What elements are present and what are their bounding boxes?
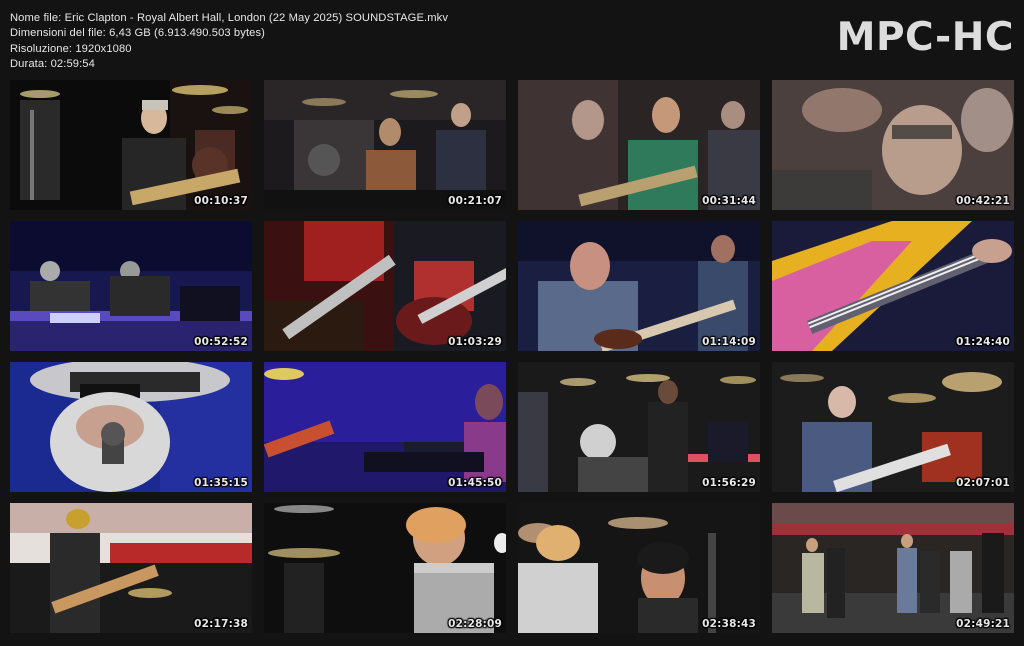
- video-thumbnail[interactable]: 00:42:21: [772, 80, 1014, 210]
- video-thumbnail[interactable]: 01:35:15: [10, 362, 252, 492]
- concert-frame-image: [518, 80, 760, 210]
- concert-frame-image: [518, 503, 760, 633]
- concert-frame-image: [10, 503, 252, 633]
- mpc-hc-logo: MPC-HC: [836, 15, 1014, 60]
- video-thumbnail[interactable]: 01:24:40: [772, 221, 1014, 351]
- file-size: Dimensioni del file: 6,43 GB (6.913.490.…: [10, 27, 265, 40]
- thumbnail-timestamp: 01:45:50: [448, 477, 502, 489]
- thumbnail-grid: 00:10:37 00:21:07 00:31:44 00:42:21 00:5…: [10, 80, 1014, 634]
- file-name: Nome file: Eric Clapton - Royal Albert H…: [10, 12, 449, 24]
- thumbnail-timestamp: 02:28:09: [448, 618, 502, 630]
- concert-frame-image: [772, 503, 1014, 633]
- concert-frame-image: [264, 80, 506, 210]
- thumbnail-timestamp: 02:38:43: [702, 618, 756, 630]
- concert-frame-image: [10, 362, 252, 492]
- thumbnail-timestamp: 01:56:29: [702, 477, 756, 489]
- thumbnail-timestamp: 02:17:38: [194, 618, 248, 630]
- video-thumbnail[interactable]: 02:07:01: [772, 362, 1014, 492]
- file-duration: Durata: 02:59:54: [10, 58, 95, 71]
- video-thumbnail[interactable]: 00:52:52: [10, 221, 252, 351]
- concert-frame-image: [518, 221, 760, 351]
- thumbnail-timestamp: 01:03:29: [448, 336, 502, 348]
- thumbnail-timestamp: 01:35:15: [194, 477, 248, 489]
- video-thumbnail[interactable]: 01:14:09: [518, 221, 760, 351]
- thumbnail-timestamp: 00:31:44: [702, 195, 756, 207]
- concert-frame-image: [10, 80, 252, 210]
- concert-frame-image: [264, 221, 506, 351]
- video-thumbnail[interactable]: 01:56:29: [518, 362, 760, 492]
- thumbnail-timestamp: 02:49:21: [956, 618, 1010, 630]
- thumbnail-timestamp: 00:42:21: [956, 195, 1010, 207]
- video-thumbnail[interactable]: 02:28:09: [264, 503, 506, 633]
- video-thumbnail[interactable]: 01:03:29: [264, 221, 506, 351]
- thumbnail-sheet: Nome file: Eric Clapton - Royal Albert H…: [0, 0, 1024, 646]
- thumbnail-timestamp: 02:07:01: [956, 477, 1010, 489]
- thumbnail-timestamp: 00:10:37: [194, 195, 248, 207]
- concert-frame-image: [264, 503, 506, 633]
- concert-frame-image: [772, 221, 1014, 351]
- video-thumbnail[interactable]: 02:49:21: [772, 503, 1014, 633]
- video-thumbnail[interactable]: 00:10:37: [10, 80, 252, 210]
- thumbnail-timestamp: 01:24:40: [956, 336, 1010, 348]
- file-info: Nome file: Eric Clapton - Royal Albert H…: [10, 11, 448, 73]
- video-thumbnail[interactable]: 00:21:07: [264, 80, 506, 210]
- concert-frame-image: [10, 221, 252, 351]
- concert-frame-image: [772, 80, 1014, 210]
- video-thumbnail[interactable]: 00:31:44: [518, 80, 760, 210]
- thumbnail-timestamp: 01:14:09: [702, 336, 756, 348]
- video-thumbnail[interactable]: 02:17:38: [10, 503, 252, 633]
- file-resolution: Risoluzione: 1920x1080: [10, 42, 132, 55]
- concert-frame-image: [264, 362, 506, 492]
- thumbnail-timestamp: 00:52:52: [194, 336, 248, 348]
- video-thumbnail[interactable]: 01:45:50: [264, 362, 506, 492]
- concert-frame-image: [772, 362, 1014, 492]
- video-thumbnail[interactable]: 02:38:43: [518, 503, 760, 633]
- concert-frame-image: [518, 362, 760, 492]
- thumbnail-timestamp: 00:21:07: [448, 195, 502, 207]
